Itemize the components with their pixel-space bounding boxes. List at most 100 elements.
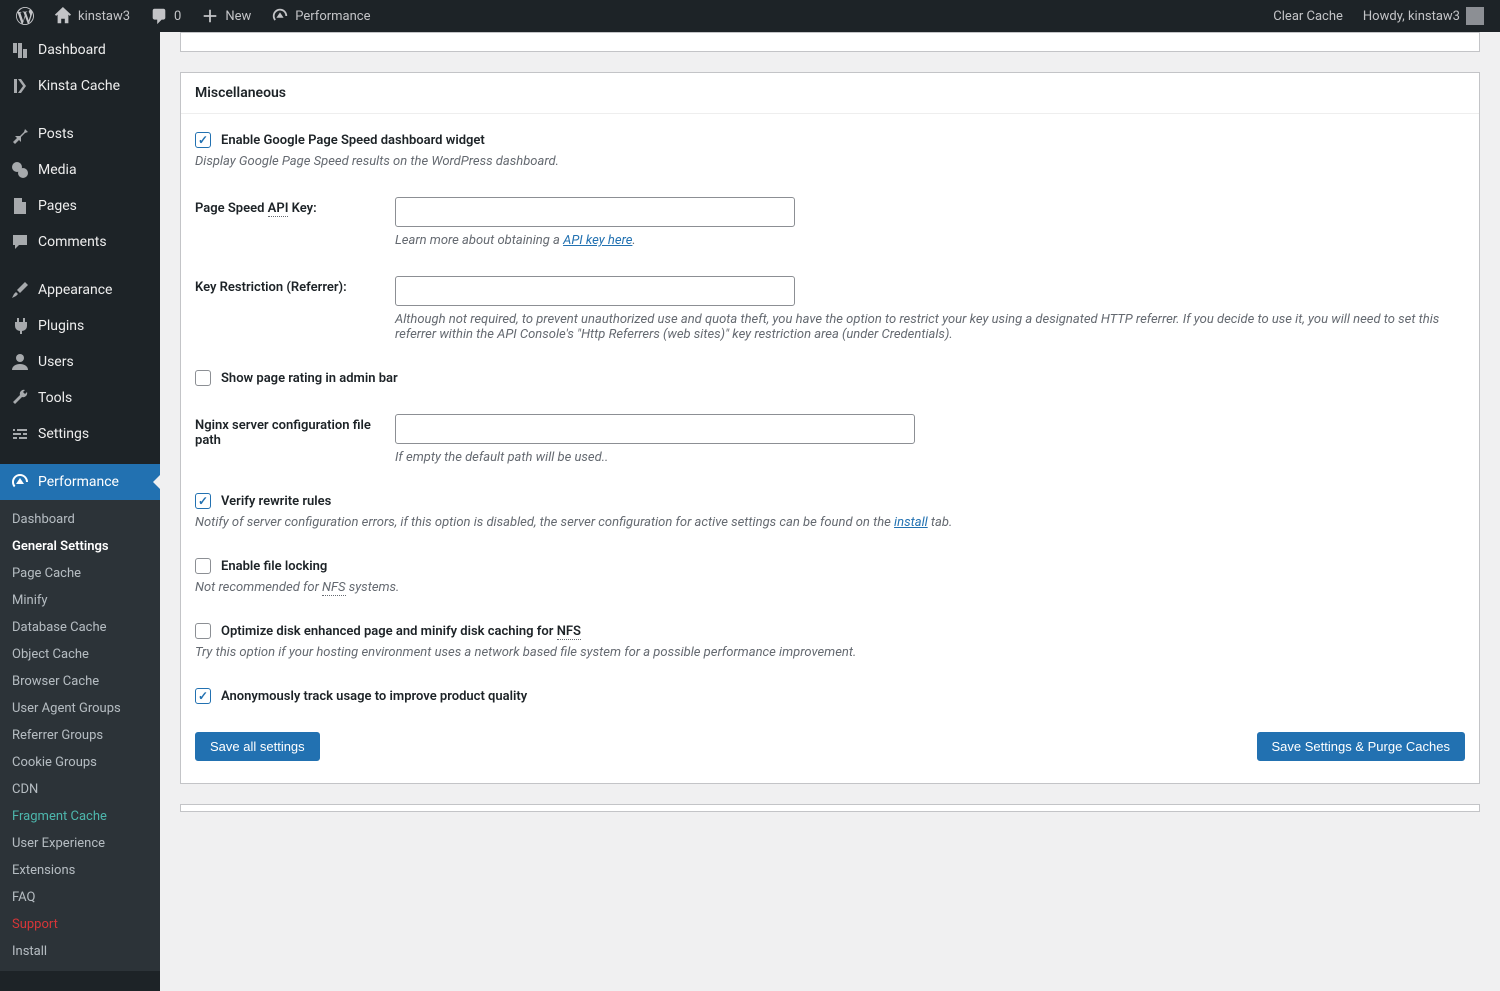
brush-icon [10,280,30,300]
submenu-cdn[interactable]: CDN [0,776,160,803]
nginx-path-input[interactable] [395,414,915,444]
new-item[interactable]: New [193,0,259,32]
api-key-input[interactable] [395,197,795,227]
field-file-locking: Enable file locking Not recommended for … [195,558,1465,595]
api-key-desc: Learn more about obtaining a API key her… [395,233,1465,248]
clear-cache-item[interactable]: Clear Cache [1265,0,1351,32]
file-locking-label: Enable file locking [221,559,327,574]
enable-pagespeed-checkbox[interactable] [195,132,211,148]
verify-rewrite-desc: Notify of server configuration errors, i… [195,515,1465,530]
misc-panel: Miscellaneous Enable Google Page Speed d… [180,72,1480,784]
media-icon [10,160,30,180]
save-button[interactable]: Save all settings [195,732,320,761]
sliders-icon [10,424,30,444]
button-row: Save all settings Save Settings & Purge … [195,732,1465,761]
menu-dashboard[interactable]: Dashboard [0,32,160,68]
anon-track-checkbox[interactable] [195,688,211,704]
field-verify-rewrite: Verify rewrite rules Notify of server co… [195,493,1465,530]
api-key-label: Page Speed API Key: [195,197,375,216]
submenu-extensions[interactable]: Extensions [0,857,160,884]
submenu-support[interactable]: Support [0,911,160,938]
menu-performance[interactable]: Performance [0,464,160,500]
verify-rewrite-label: Verify rewrite rules [221,494,331,509]
enable-pagespeed-desc: Display Google Page Speed results on the… [195,154,1465,169]
menu-users[interactable]: Users [0,344,160,380]
wordpress-icon [16,7,34,25]
submenu-minify[interactable]: Minify [0,587,160,614]
comments-count: 0 [174,9,181,24]
performance-item[interactable]: Performance [263,0,378,32]
adminbar-left: kinstaw3 0 New Performance [8,0,379,32]
comment-icon [150,7,168,25]
file-locking-checkbox[interactable] [195,558,211,574]
howdy-item[interactable]: Howdy, kinstaw3 [1355,0,1492,32]
optimize-nfs-desc: Try this option if your hosting environm… [195,645,1465,660]
submenu-fragment-cache[interactable]: Fragment Cache [0,803,160,830]
show-rating-label: Show page rating in admin bar [221,371,398,386]
pin-icon [10,124,30,144]
submenu-user-experience[interactable]: User Experience [0,830,160,857]
next-panel [180,804,1480,812]
comments-item[interactable]: 0 [142,0,189,32]
new-label: New [225,9,251,24]
field-key-restriction: Key Restriction (Referrer): Although not… [195,276,1465,342]
menu-appearance[interactable]: Appearance [0,272,160,308]
submenu-cookie-groups[interactable]: Cookie Groups [0,749,160,776]
clear-cache-label: Clear Cache [1273,9,1343,24]
menu-tools[interactable]: Tools [0,380,160,416]
panel-title: Miscellaneous [181,73,1479,114]
save-purge-button[interactable]: Save Settings & Purge Caches [1257,732,1466,761]
comment-icon [10,232,30,252]
menu-pages[interactable]: Pages [0,188,160,224]
api-key-link[interactable]: API key here [563,233,632,248]
performance-submenu: Dashboard General Settings Page Cache Mi… [0,500,160,971]
dashboard-icon [10,40,30,60]
optimize-nfs-checkbox[interactable] [195,623,211,639]
submenu-general-settings[interactable]: General Settings [0,533,160,560]
menu-media[interactable]: Media [0,152,160,188]
field-api-key: Page Speed API Key: Learn more about obt… [195,197,1465,248]
menu-settings[interactable]: Settings [0,416,160,452]
user-icon [10,352,30,372]
anon-track-label: Anonymously track usage to improve produ… [221,689,527,704]
submenu-referrer-groups[interactable]: Referrer Groups [0,722,160,749]
install-link[interactable]: install [894,515,928,530]
performance-label: Performance [295,9,370,24]
home-icon [54,7,72,25]
field-anon-track: Anonymously track usage to improve produ… [195,688,1465,704]
avatar [1466,7,1484,25]
menu-kinsta-cache[interactable]: Kinsta Cache [0,68,160,104]
submenu-page-cache[interactable]: Page Cache [0,560,160,587]
field-nginx-path: Nginx server configuration file path If … [195,414,1465,465]
field-enable-pagespeed: Enable Google Page Speed dashboard widge… [195,132,1465,169]
submenu-faq[interactable]: FAQ [0,884,160,911]
wp-logo[interactable] [8,0,42,32]
gauge-icon [271,7,289,25]
show-rating-checkbox[interactable] [195,370,211,386]
nginx-path-label: Nginx server configuration file path [195,414,375,448]
kinsta-icon [10,76,30,96]
optimize-nfs-label: Optimize disk enhanced page and minify d… [221,624,581,639]
submenu-user-agent-groups[interactable]: User Agent Groups [0,695,160,722]
key-restriction-label: Key Restriction (Referrer): [195,276,375,295]
adminbar-right: Clear Cache Howdy, kinstaw3 [1265,0,1492,32]
menu-posts[interactable]: Posts [0,116,160,152]
submenu-object-cache[interactable]: Object Cache [0,641,160,668]
submenu-dashboard[interactable]: Dashboard [0,506,160,533]
submenu-install[interactable]: Install [0,938,160,965]
key-restriction-desc: Although not required, to prevent unauth… [395,312,1465,342]
key-restriction-input[interactable] [395,276,795,306]
site-name-item[interactable]: kinstaw3 [46,0,138,32]
field-optimize-nfs: Optimize disk enhanced page and minify d… [195,623,1465,660]
menu-comments[interactable]: Comments [0,224,160,260]
menu-plugins[interactable]: Plugins [0,308,160,344]
field-show-rating: Show page rating in admin bar [195,370,1465,386]
content-area: Miscellaneous Enable Google Page Speed d… [160,32,1500,991]
page-icon [10,196,30,216]
prev-panel [180,32,1480,52]
file-locking-desc: Not recommended for NFS systems. [195,580,1465,595]
submenu-database-cache[interactable]: Database Cache [0,614,160,641]
nginx-path-desc: If empty the default path will be used.. [395,450,1465,465]
verify-rewrite-checkbox[interactable] [195,493,211,509]
submenu-browser-cache[interactable]: Browser Cache [0,668,160,695]
